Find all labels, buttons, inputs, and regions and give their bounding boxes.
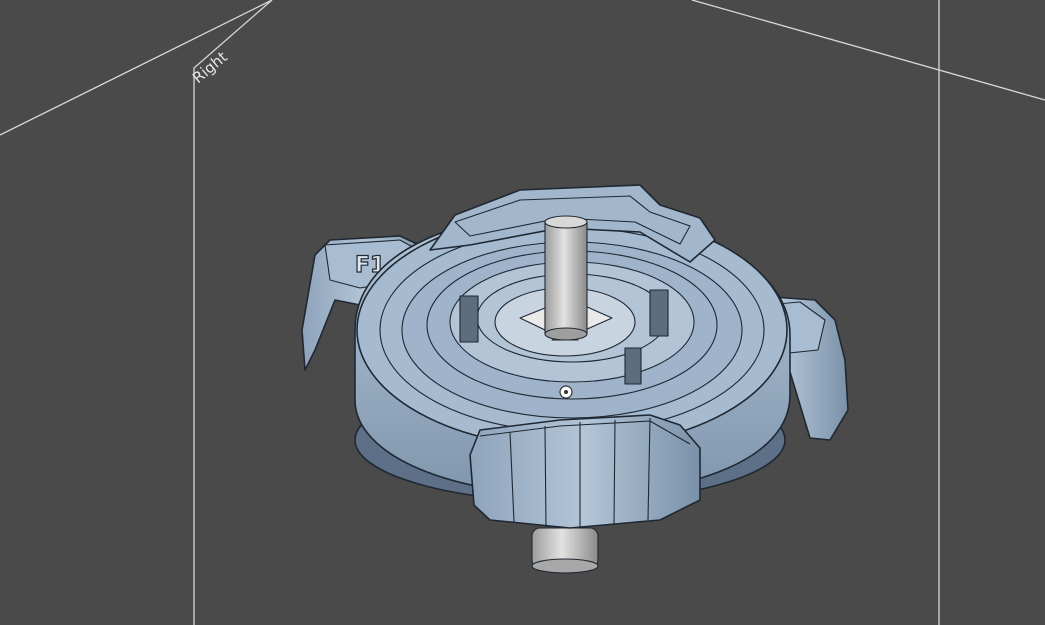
viewport-canvas[interactable]: Right F1 FA xyxy=(0,0,1045,625)
top-plane-edge xyxy=(0,0,273,136)
right-plane-edge[interactable] xyxy=(193,0,273,625)
center-shaft[interactable] xyxy=(544,215,588,341)
mate-connector-icon[interactable] xyxy=(559,385,573,399)
top-plane-edge-right xyxy=(691,0,1045,101)
cad-viewport[interactable]: Right F1 FA xyxy=(0,0,1045,625)
bottom-tip[interactable] xyxy=(531,527,599,574)
front-wall[interactable] xyxy=(469,414,701,529)
beyblade-part[interactable]: F1 FA xyxy=(301,184,849,574)
